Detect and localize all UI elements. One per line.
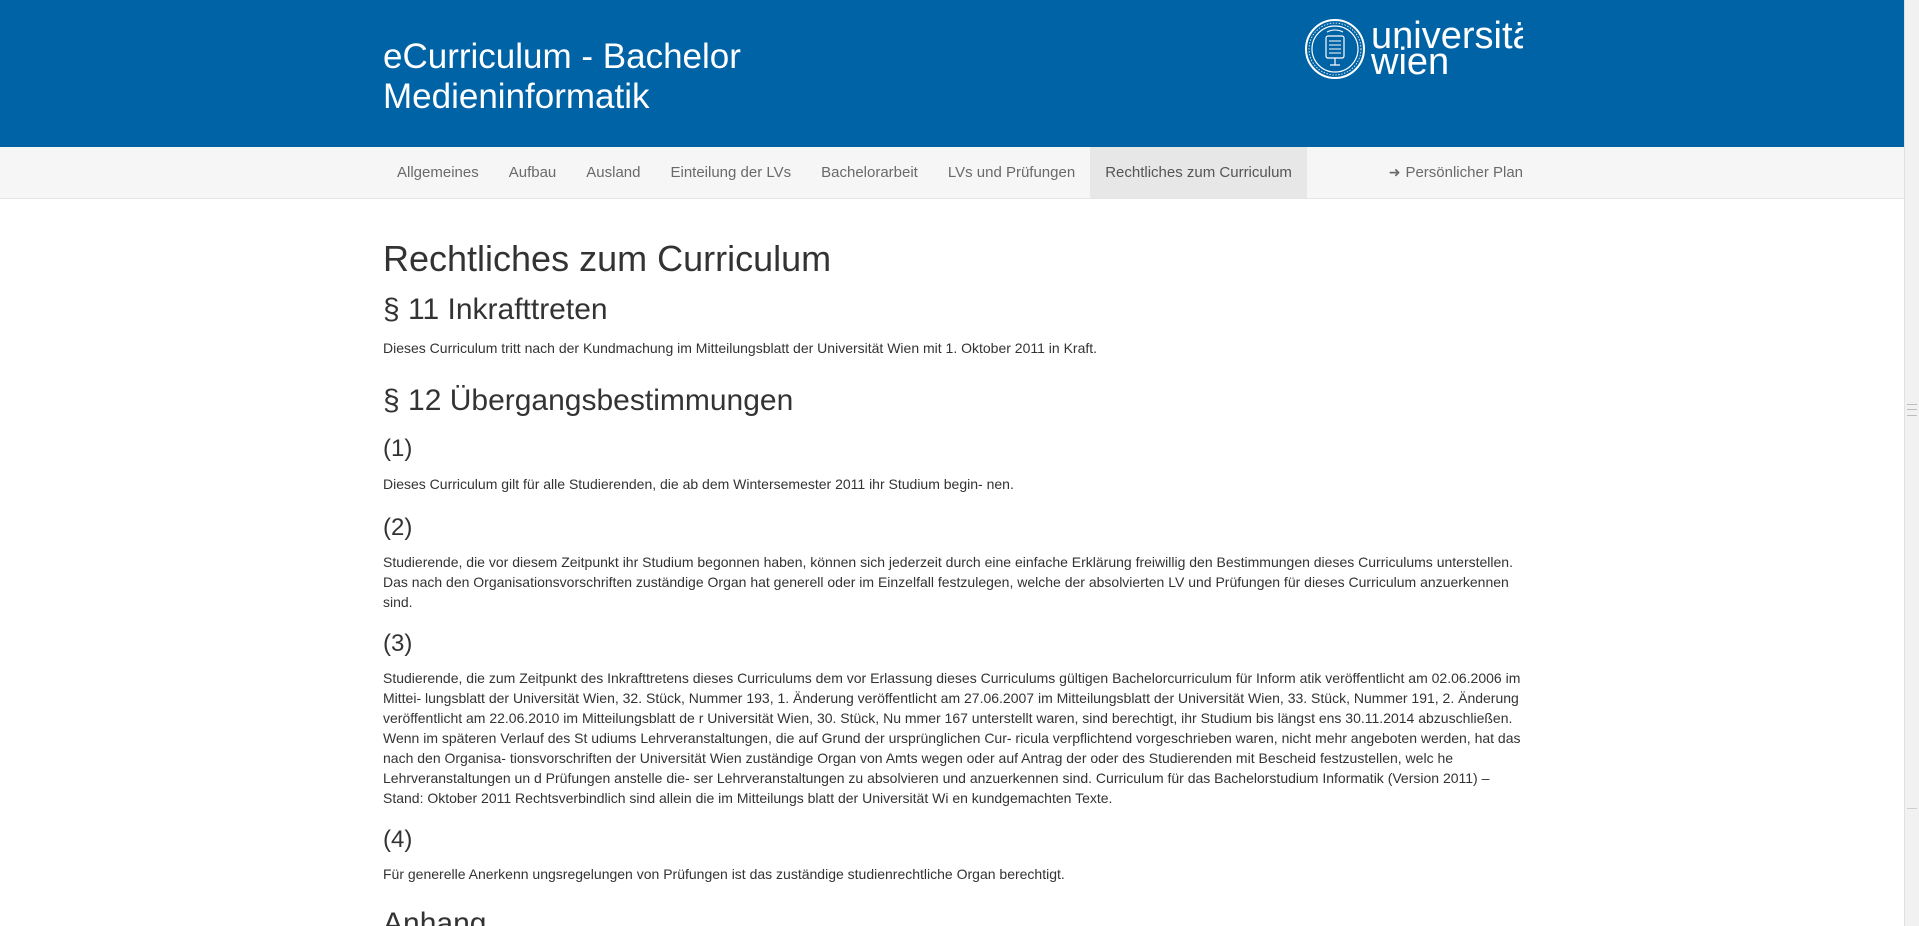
site-header: eCurriculum - Bachelor Medieninformatik bbox=[0, 0, 1904, 147]
nav-item-persoenlicher-plan[interactable]: ➜ Persönlicher Plan bbox=[1374, 147, 1523, 198]
nav-item-persoenlicher-plan-label: Persönlicher Plan bbox=[1405, 164, 1523, 181]
site-title[interactable]: eCurriculum - Bachelor Medieninformatik bbox=[383, 37, 863, 117]
main-navbar: Allgemeines Aufbau Ausland Einteilung de… bbox=[0, 147, 1904, 199]
paragraph-4-text: Für generelle Anerkenn ungsregelungen vo… bbox=[383, 866, 1065, 882]
paragraph-2-text: Studierende, die vor diesem Zeitpunkt ih… bbox=[383, 554, 1513, 610]
vertical-scrollbar[interactable] bbox=[1904, 0, 1919, 926]
section-11-text: Dieses Curriculum tritt nach der Kundmac… bbox=[383, 340, 1098, 356]
paragraph-4-number: (4) bbox=[383, 826, 413, 853]
page: eCurriculum - Bachelor Medieninformatik bbox=[0, 0, 1904, 926]
logo-graphic: universität wien bbox=[1305, 15, 1545, 83]
paragraph-2-number: (2) bbox=[383, 514, 413, 541]
nav-item-aufbau[interactable]: Aufbau bbox=[494, 147, 572, 198]
browser-viewport: eCurriculum - Bachelor Medieninformatik bbox=[0, 0, 1919, 926]
nav-item-rechtliches-zum-curriculum[interactable]: Rechtliches zum Curriculum bbox=[1090, 147, 1307, 198]
paragraph-3-number: (3) bbox=[383, 630, 413, 657]
nav-item-einteilung-der-lvs[interactable]: Einteilung der LVs bbox=[655, 147, 806, 198]
paragraph-1-number: (1) bbox=[383, 435, 413, 462]
paragraph-3-text: Studierende, die zum Zeitpunkt des Inkra… bbox=[383, 670, 1521, 806]
paragraph-1-text: Dieses Curriculum gilt für alle Studiere… bbox=[383, 476, 1014, 492]
page-title: Rechtliches zum Curriculum bbox=[383, 238, 832, 279]
navbar-container: Allgemeines Aufbau Ausland Einteilung de… bbox=[383, 147, 1523, 198]
scrollbar-thumb[interactable] bbox=[1908, 2, 1916, 922]
nav-item-allgemeines[interactable]: Allgemeines bbox=[383, 147, 494, 198]
universitaet-wien-logo[interactable]: universität wien bbox=[1305, 15, 1545, 83]
header-container: eCurriculum - Bachelor Medieninformatik bbox=[383, 0, 1545, 147]
section-12-heading: § 12 Übergangsbestimmungen bbox=[383, 384, 794, 417]
section-11-heading: § 11 Inkrafttreten bbox=[383, 293, 608, 326]
logo-text-wien: wien bbox=[1370, 41, 1449, 81]
nav-item-lvs-und-pruefungen[interactable]: LVs und Prüfungen bbox=[933, 147, 1090, 198]
university-seal-icon bbox=[1305, 19, 1365, 79]
anhang-heading: Anhang bbox=[383, 907, 487, 926]
nav-item-ausland[interactable]: Ausland bbox=[571, 147, 655, 198]
scrollbar-grip-icon bbox=[1907, 404, 1917, 416]
scrollbar-marker bbox=[1907, 808, 1917, 811]
nav-item-bachelorarbeit[interactable]: Bachelorarbeit bbox=[806, 147, 933, 198]
main-content: Rechtliches zum Curriculum § 11 Inkraftt… bbox=[383, 199, 1523, 926]
arrow-right-icon: ➜ bbox=[1388, 164, 1401, 180]
